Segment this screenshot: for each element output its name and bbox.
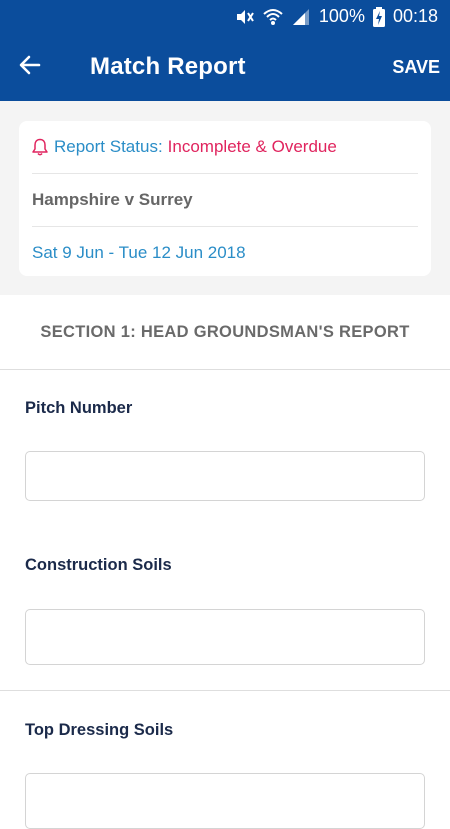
report-status-value: Incomplete & Overdue bbox=[167, 137, 337, 156]
top-dressing-soils-label: Top Dressing Soils bbox=[25, 721, 174, 739]
report-card: Report Status: Incomplete & Overdue Hamp… bbox=[19, 121, 431, 276]
status-bar: 100% 00:18 bbox=[0, 0, 450, 33]
report-summary-area: Report Status: Incomplete & Overdue Hamp… bbox=[0, 101, 450, 295]
top-dressing-soils-input[interactable] bbox=[25, 773, 425, 829]
page-title: Match Report bbox=[90, 53, 246, 80]
report-status-row: Report Status: Incomplete & Overdue bbox=[32, 121, 418, 174]
pitch-number-input[interactable] bbox=[25, 451, 425, 501]
match-name-row: Hampshire v Surrey bbox=[32, 174, 418, 227]
back-button[interactable] bbox=[14, 51, 46, 83]
construction-soils-input[interactable] bbox=[25, 609, 425, 665]
pitch-number-label: Pitch Number bbox=[25, 399, 133, 417]
battery-charging-icon bbox=[372, 6, 385, 27]
section-title: SECTION 1: HEAD GROUNDSMAN'S REPORT bbox=[0, 295, 450, 370]
signal-icon bbox=[291, 8, 311, 26]
match-dates-row: Sat 9 Jun - Tue 12 Jun 2018 bbox=[32, 227, 418, 279]
app-bar: Match Report SAVE bbox=[0, 33, 450, 101]
mute-icon bbox=[235, 8, 255, 26]
report-status-label: Report Status: bbox=[54, 137, 163, 156]
construction-soils-field: Construction Soils bbox=[0, 527, 450, 691]
construction-soils-label: Construction Soils bbox=[25, 556, 172, 574]
bell-icon bbox=[32, 138, 48, 156]
wifi-icon bbox=[263, 8, 283, 26]
arrow-left-icon bbox=[18, 53, 42, 82]
battery-percent: 100% bbox=[318, 6, 365, 26]
pitch-number-field: Pitch Number bbox=[0, 370, 450, 528]
match-dates: Sat 9 Jun - Tue 12 Jun 2018 bbox=[32, 243, 246, 262]
clock: 00:18 bbox=[392, 6, 438, 26]
match-name: Hampshire v Surrey bbox=[32, 190, 193, 209]
save-button[interactable]: SAVE bbox=[392, 57, 440, 78]
top-dressing-soils-field: Top Dressing Soils bbox=[0, 691, 450, 829]
